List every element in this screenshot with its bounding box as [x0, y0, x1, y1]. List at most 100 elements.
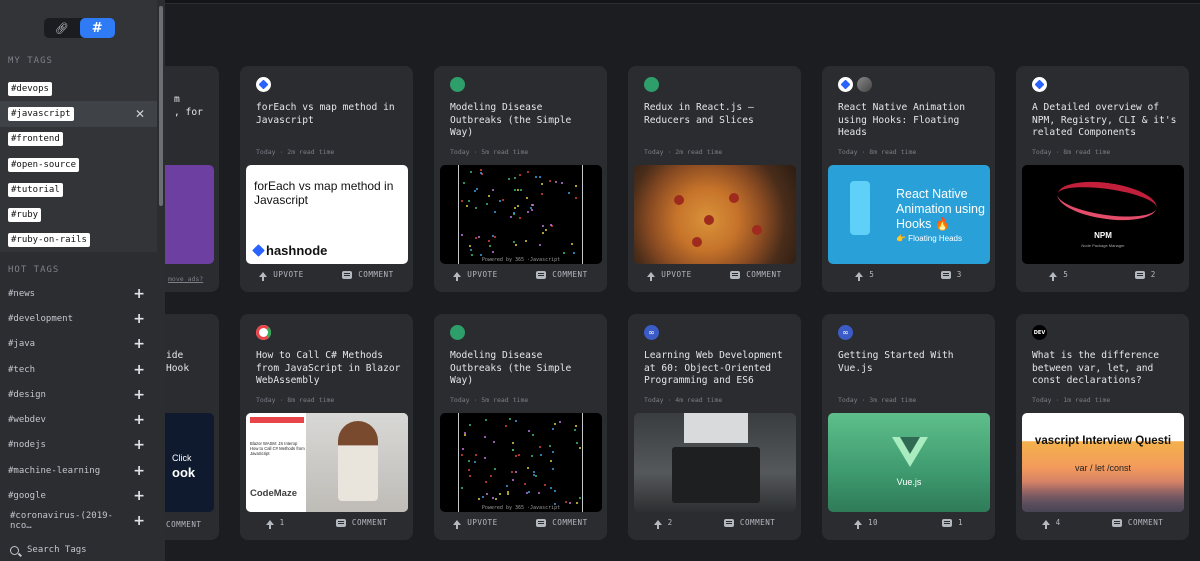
my-tag-item-selected[interactable]: #javascript ✕ — [0, 101, 157, 127]
tag-view-button[interactable]: # — [79, 18, 115, 38]
article-card[interactable]: Modeling Disease Outbreaks (the Simple W… — [434, 314, 607, 540]
tag-chip[interactable]: #open-source — [8, 157, 80, 172]
my-tag-item[interactable]: #ruby — [8, 202, 157, 227]
card-title[interactable]: What is the difference between var, let,… — [1032, 350, 1182, 388]
upvote-button[interactable]: UPVOTE — [453, 518, 497, 529]
sim-particle — [533, 470, 536, 473]
card-title[interactable]: Getting Started With Vue.js — [838, 350, 988, 375]
hot-tag-item[interactable]: #java + — [0, 332, 157, 357]
card-title[interactable]: Modeling Disease Outbreaks (the Simple W… — [450, 102, 600, 140]
my-tag-item[interactable]: #tutorial — [8, 177, 157, 202]
comment-button[interactable]: COMMENT — [730, 270, 782, 279]
card-thumbnail[interactable]: NPM Node Package Manager — [1022, 165, 1184, 264]
card-title[interactable]: A Detailed overview of NPM, Registry, CL… — [1032, 102, 1182, 140]
card-thumbnail[interactable]: Blazor WASM: JS Interop How to Call C# M… — [246, 413, 408, 512]
article-card[interactable]: Modeling Disease Outbreaks (the Simple W… — [434, 66, 607, 292]
add-tag-icon[interactable]: + — [133, 513, 145, 529]
upvote-button[interactable]: UPVOTE — [647, 270, 691, 281]
card-thumbnail[interactable] — [634, 413, 796, 512]
hot-tag-item[interactable]: #tech + — [0, 357, 157, 382]
hot-tag-item[interactable]: #coronavirus-(2019-nco… + — [0, 509, 157, 534]
comment-button[interactable]: 2 — [1134, 270, 1156, 279]
sidebar-scrollbar[interactable] — [159, 6, 163, 206]
card-meta: Today · 1m read time — [1032, 396, 1111, 404]
add-tag-icon[interactable]: + — [133, 387, 145, 403]
card-title[interactable]: Modeling Disease Outbreaks (the Simple W… — [450, 350, 600, 388]
card-title[interactable]: forEach vs map method in Javascript — [256, 102, 406, 127]
card-meta: Today · 4m read time — [644, 396, 723, 404]
card-thumbnail[interactable]: Powered by 365 ·Javascript — [440, 165, 602, 264]
comment-button[interactable]: 3 — [940, 270, 962, 279]
upvote-button[interactable]: 5 — [855, 270, 874, 281]
upvote-button[interactable]: UPVOTE — [453, 270, 497, 281]
comment-button[interactable]: COMMENT — [1111, 518, 1164, 527]
article-card[interactable]: DEV What is the difference between var, … — [1016, 314, 1189, 540]
card-title[interactable]: Learning Web Development at 60: Object-O… — [644, 350, 794, 388]
upvote-button[interactable]: 4 — [1041, 518, 1061, 529]
hot-tag-item[interactable]: #google + — [0, 483, 157, 508]
card-source — [838, 77, 872, 92]
sim-particle — [571, 243, 574, 245]
card-thumbnail[interactable]: React Native Animation using Hooks 🔥 👉 F… — [828, 165, 990, 264]
hot-tag-item[interactable]: #machine-learning + — [0, 458, 157, 483]
hot-tag-item[interactable]: #news + — [0, 281, 157, 306]
sim-particle — [478, 235, 481, 238]
hot-tag-item[interactable]: #nodejs + — [0, 433, 157, 458]
tag-chip[interactable]: #tutorial — [8, 182, 63, 197]
card-title[interactable]: Redux in React.js – Reducers and Slices — [644, 102, 794, 127]
my-tag-item[interactable]: #devops — [8, 76, 157, 101]
search-tags-input[interactable] — [27, 545, 147, 555]
upvote-button[interactable]: UPVOTE — [259, 270, 303, 281]
add-tag-icon[interactable]: + — [133, 463, 145, 479]
card-title[interactable]: React Native Animation using Hooks: Floa… — [838, 102, 988, 140]
hot-tag-item[interactable]: #development + — [0, 306, 157, 331]
my-tag-item[interactable]: #ruby-on-rails — [8, 228, 157, 253]
comment-button[interactable]: COMMENT — [536, 270, 588, 279]
add-tag-icon[interactable]: + — [133, 362, 145, 378]
comment-button[interactable]: COMMENT — [536, 518, 588, 527]
comment-button[interactable]: 1 — [941, 518, 963, 527]
card-thumbnail[interactable]: Powered by 365 ·Javascript — [440, 413, 602, 512]
link-view-button[interactable]: 🔗︎ — [44, 18, 80, 38]
card-thumbnail[interactable]: vascript Interview Questi var / let /con… — [1022, 413, 1184, 512]
add-tag-icon[interactable]: + — [133, 311, 145, 327]
article-card[interactable]: React Native Animation using Hooks: Floa… — [822, 66, 995, 292]
sim-particle — [574, 196, 577, 199]
remove-ads-link[interactable]: move ads? — [168, 275, 203, 283]
tag-chip[interactable]: #devops — [8, 81, 52, 96]
my-tag-item[interactable]: #frontend — [8, 127, 157, 152]
tag-chip[interactable]: #ruby — [8, 208, 42, 223]
card-thumbnail[interactable]: forEach vs map method in Javascript hash… — [246, 165, 408, 264]
card-thumbnail[interactable] — [634, 165, 796, 264]
add-tag-icon[interactable]: + — [133, 412, 145, 428]
add-tag-icon[interactable]: + — [133, 437, 145, 453]
article-card[interactable]: Redux in React.js – Reducers and Slices … — [628, 66, 801, 292]
remove-tag-icon[interactable]: ✕ — [135, 107, 145, 121]
sim-particle — [524, 483, 527, 486]
card-thumbnail[interactable]: Vue.js — [828, 413, 990, 512]
comment-button[interactable]: COMMENT — [342, 270, 394, 279]
article-card[interactable]: ∞ Learning Web Development at 60: Object… — [628, 314, 801, 540]
tag-chip[interactable]: #javascript — [8, 106, 74, 121]
tag-chip[interactable]: #frontend — [8, 132, 63, 147]
add-tag-icon[interactable]: + — [133, 286, 145, 302]
partial-card-2-comment[interactable]: COMMENT — [166, 520, 202, 529]
article-card[interactable]: How to Call C# Methods from JavaScript i… — [240, 314, 413, 540]
hot-tag-item[interactable]: #webdev + — [0, 407, 157, 432]
add-tag-icon[interactable]: + — [133, 336, 145, 352]
upvote-button[interactable]: 10 — [853, 518, 878, 529]
upvote-button[interactable]: 2 — [653, 518, 673, 529]
card-title[interactable]: How to Call C# Methods from JavaScript i… — [256, 350, 406, 388]
article-card[interactable]: A Detailed overview of NPM, Registry, CL… — [1016, 66, 1189, 292]
tag-chip[interactable]: #ruby-on-rails — [8, 233, 90, 248]
add-tag-icon[interactable]: + — [133, 488, 145, 504]
article-card[interactable]: ∞ Getting Started With Vue.js Today · 3m… — [822, 314, 995, 540]
my-tag-item[interactable]: #open-source — [8, 152, 157, 177]
upvote-button[interactable]: 5 — [1049, 270, 1068, 281]
comment-button[interactable]: COMMENT — [723, 518, 776, 527]
comment-button[interactable]: COMMENT — [335, 518, 388, 527]
upvote-button[interactable]: 1 — [265, 518, 285, 529]
article-card[interactable]: forEach vs map method in Javascript Toda… — [240, 66, 413, 292]
upvote-icon — [1049, 272, 1058, 281]
hot-tag-item[interactable]: #design + — [0, 382, 157, 407]
